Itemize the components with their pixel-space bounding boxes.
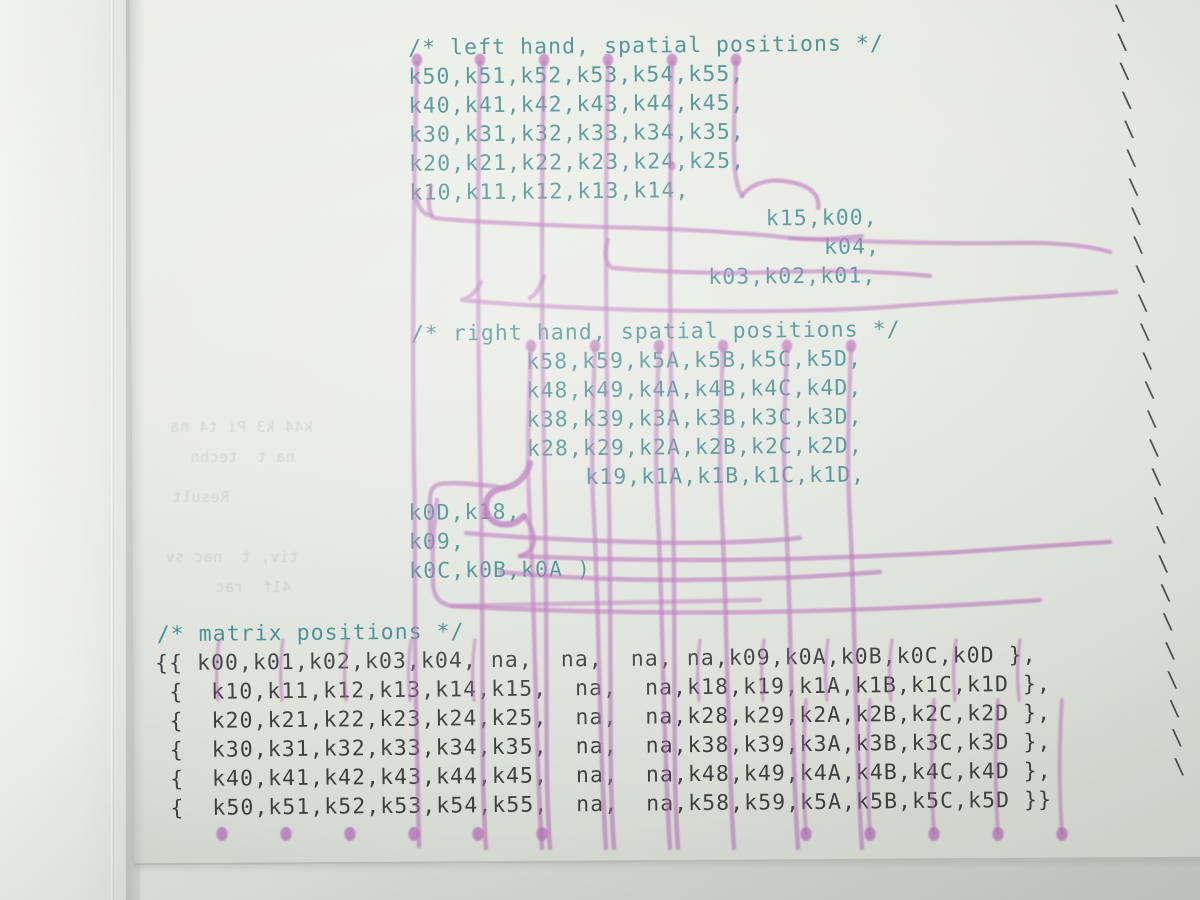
comment-left-hand: /* left hand, spatial positions */ [408, 31, 885, 61]
line-continuation-backslash: \ [1172, 754, 1186, 779]
comment-right-hand: /* right hand, spatial positions */ [410, 317, 901, 347]
line-continuation-backslash: \ [1170, 725, 1184, 750]
line-continuation-backslash: \ [1168, 696, 1182, 721]
code-line: k58,k59,k5A,k5B,k5C,k5D, [526, 346, 863, 375]
line-continuation-backslash: \ [1125, 145, 1139, 170]
line-continuation-backslash: \ [1131, 232, 1145, 257]
line-continuation-backslash: \ [1156, 551, 1170, 576]
line-continuation-backslash: \ [1141, 348, 1154, 373]
code-line: k30,k31,k32,k33,k34,k35, [408, 119, 745, 148]
code-line: k40,k41,k42,k43,k44,k45, [408, 90, 745, 119]
code-line: k04, [823, 234, 881, 260]
line-continuation-backslash: \ [1129, 203, 1143, 228]
code-line: k15,k00, [765, 205, 878, 232]
line-continuation-backslash: \ [1115, 29, 1129, 55]
line-continuation-backslash: \ [1138, 319, 1152, 344]
code-line: k10,k11,k12,k13,k14, [409, 178, 690, 206]
code-line: k50,k51,k52,k53,k54,k55, [408, 61, 745, 90]
line-continuation-backslash: \ [1113, 0, 1127, 26]
line-continuation-backslash: \ [1161, 609, 1175, 634]
line-continuation-backslash: \ [1150, 464, 1164, 489]
line-continuation-backslash: \ [1136, 290, 1150, 315]
code-line: k48,k49,k4A,k4B,k4C,k4D, [526, 375, 863, 404]
code-line: k09, [408, 529, 465, 555]
line-continuation-backslash: \ [1120, 87, 1134, 112]
line-continuation-backslash: \ [1122, 116, 1136, 141]
matrix-row: { k50,k51,k52,k53,k54,k55, na, na,k58,k5… [156, 787, 1053, 822]
line-continuation-backslash: \ [1159, 580, 1173, 605]
code-line: k38,k39,k3A,k3B,k3C,k3D, [526, 404, 863, 433]
code-line: k28,k29,k2A,k2B,k2C,k2D, [526, 433, 863, 462]
code-line: k20,k21,k22,k23,k24,k25, [409, 148, 746, 177]
matrix-row: { k20,k21,k22,k23,k24,k25, na, na,k28,k2… [155, 700, 1052, 735]
matrix-row: { k30,k31,k32,k33,k34,k35, na, na,k38,k3… [155, 729, 1052, 764]
line-continuation-backslash: \ [1145, 406, 1159, 431]
code-line: k0C,k0B,k0A ) [409, 557, 592, 584]
code-line: k0D,k18, [408, 499, 521, 526]
line-continuation-backslash: \ [1166, 667, 1180, 692]
photo-canvas: k44 k3 Pi t4 na na t techn Result tiv, t… [0, 0, 1200, 900]
comment-matrix: /* matrix positions */ [156, 619, 465, 648]
line-continuation-backslash: \ [1154, 522, 1168, 547]
matrix-row: { k10,k11,k12,k13,k14,k15, na, na,k18,k1… [155, 671, 1052, 706]
line-continuation-backslash: \ [1143, 377, 1157, 402]
line-continuation-backslash: \ [1134, 261, 1148, 286]
line-continuation-backslash: \ [1127, 174, 1141, 199]
code-line: k03,k02,k01, [708, 263, 877, 290]
line-continuation-backslash: \ [1147, 435, 1161, 460]
source-code-listing: /* left hand, spatial positions */ k50,k… [0, 0, 1200, 900]
code-line: k19,k1A,k1B,k1C,k1D, [585, 462, 866, 491]
matrix-row: { k40,k41,k42,k43,k44,k45, na, na,k48,k4… [156, 758, 1052, 793]
line-continuation-backslash: \ [1163, 638, 1177, 663]
matrix-row: {{ k00,k01,k02,k03,k04, na, na, na, na,k… [154, 642, 1037, 677]
line-continuation-backslash: \ [1118, 58, 1132, 84]
line-continuation-backslash: \ [1152, 493, 1166, 518]
